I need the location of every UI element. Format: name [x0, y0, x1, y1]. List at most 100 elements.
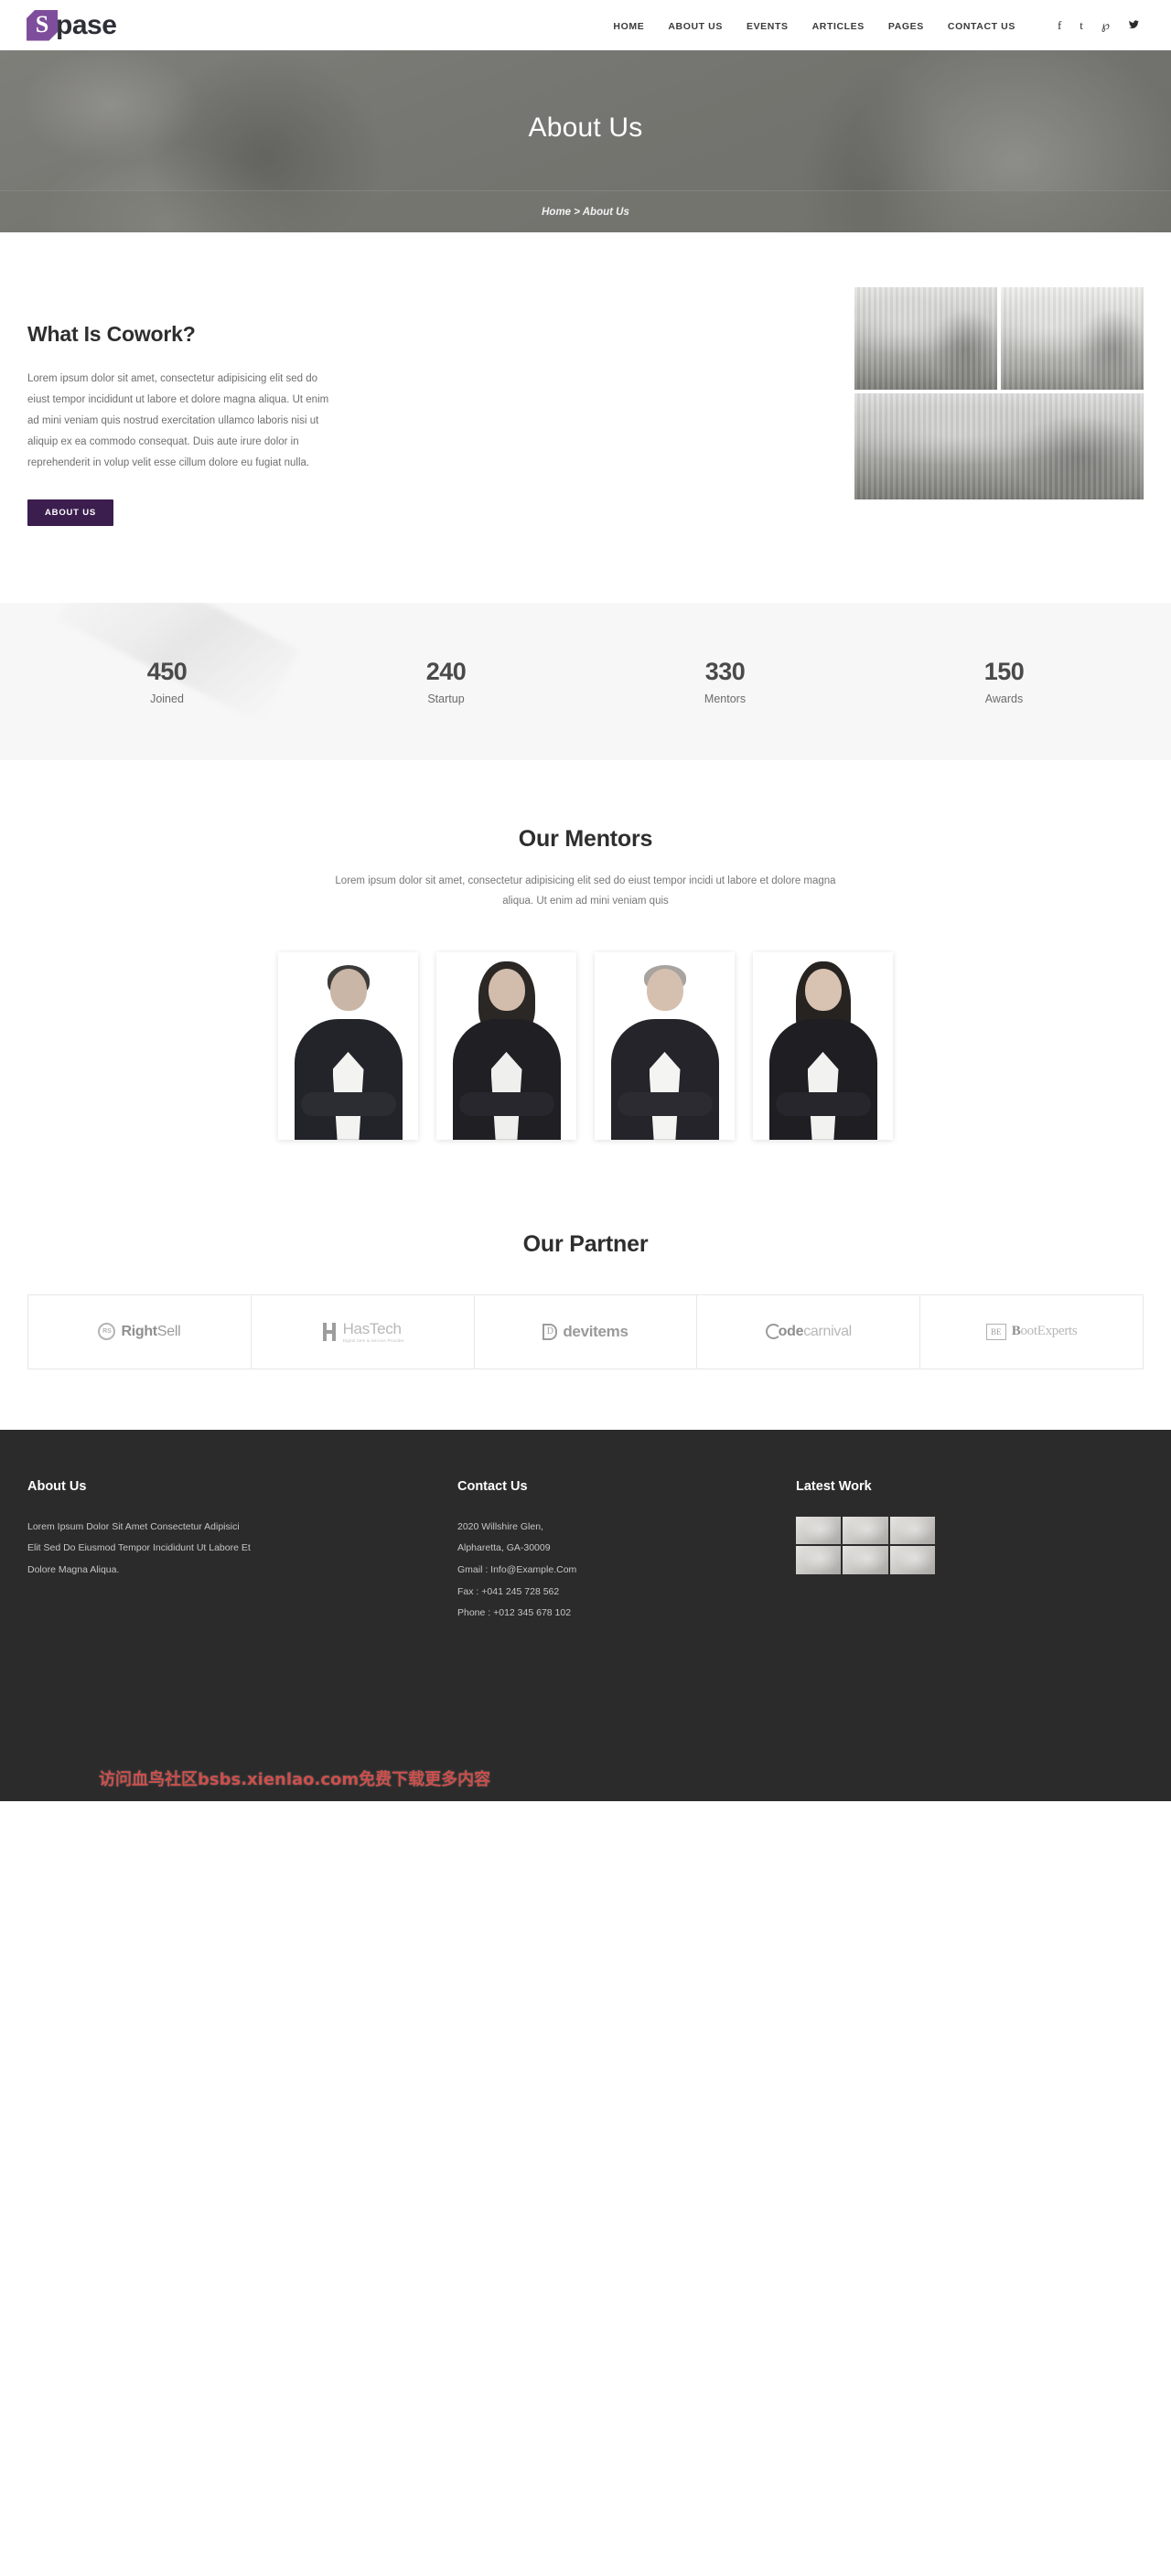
watermark-text: 访问血鸟社区bsbs.xienlao.com免费下载更多内容 — [99, 1769, 491, 1789]
footer-contact-address-1: 2020 Willshire Glen, — [457, 1520, 543, 1532]
partner-rightsell[interactable]: RS RightSell — [28, 1294, 252, 1368]
mentor-photo-2 — [436, 952, 576, 1140]
nav-link-articles[interactable]: ARTICLES — [812, 21, 865, 32]
partner-devitems[interactable]: D devitems — [475, 1294, 698, 1368]
stat-joined: 450 Joined — [27, 658, 306, 705]
main-navigation: HOME ABOUT US EVENTS ARTICLES PAGES CONT… — [613, 17, 1144, 34]
codecarnival-name-light: carnival — [803, 1323, 852, 1339]
partner-bootexperts[interactable]: BE BootExperts — [920, 1295, 1143, 1368]
site-logo[interactable]: S pase — [26, 9, 117, 42]
mentor-card-4[interactable] — [753, 951, 893, 1140]
about-cowork-section: What Is Cowork? Lorem ipsum dolor sit am… — [0, 232, 1171, 603]
tumblr-icon[interactable]: t — [1080, 19, 1083, 31]
cowork-text-column: What Is Cowork? Lorem ipsum dolor sit am… — [27, 287, 329, 526]
logo-wordmark: pase — [56, 9, 117, 40]
footer-contact-email[interactable]: Gmail : Info@Example.Com — [457, 1560, 796, 1582]
stat-startup: 240 Startup — [306, 658, 586, 705]
rightsell-name-light: Sell — [156, 1323, 181, 1339]
work-thumb-3[interactable] — [889, 1516, 935, 1545]
about-us-button[interactable]: ABOUT US — [27, 499, 114, 526]
work-thumb-5[interactable] — [843, 1546, 888, 1574]
rightsell-name-bold: Right — [121, 1323, 157, 1339]
mentor-photo-4 — [753, 952, 893, 1140]
bootexperts-name-light: ootExperts — [1020, 1324, 1078, 1339]
stats-counter-section: 450 Joined 240 Startup 330 Mentors 150 A… — [0, 603, 1171, 760]
footer-contact-title: Contact Us — [457, 1478, 528, 1494]
partner-codecarnival[interactable]: odecarnival — [697, 1294, 921, 1368]
stat-awards-number: 150 — [983, 658, 1025, 685]
work-thumb-1[interactable] — [796, 1516, 842, 1545]
partners-section: Our Partner RS RightSell HasTech Digital… — [0, 1194, 1171, 1430]
breadcrumb[interactable]: Home > About Us — [542, 207, 629, 218]
pinterest-icon[interactable]: ℘ — [1101, 19, 1110, 31]
work-thumb-6[interactable] — [889, 1546, 935, 1574]
mentor-card-1[interactable] — [278, 951, 418, 1140]
logo-letter: S — [35, 10, 49, 38]
bootexperts-name-bold: B — [1011, 1324, 1021, 1339]
breadcrumb-bar: Home > About Us — [0, 190, 1171, 232]
stat-startup-label: Startup — [427, 692, 465, 705]
gallery-image-3[interactable] — [854, 393, 1144, 499]
stat-mentors-label: Mentors — [704, 692, 747, 705]
hero-banner: About Us Home > About Us — [0, 50, 1171, 232]
footer-contact-column: Contact Us 2020 Willshire Glen, Alpharet… — [457, 1479, 796, 1625]
page-root: S pase HOME ABOUT US EVENTS ARTICLES PAG… — [0, 0, 1171, 1801]
gallery-image-2[interactable] — [1001, 287, 1144, 390]
stat-mentors-number: 330 — [704, 658, 746, 685]
footer-about-line-3: Dolore Magna Aliqua. — [27, 1564, 120, 1576]
gallery-image-1[interactable] — [854, 287, 997, 390]
hastech-tagline: Digital Item & Service Provider — [342, 1338, 404, 1344]
footer-contact-fax: Fax : +041 245 728 562 — [457, 1585, 560, 1597]
partners-heading: Our Partner — [522, 1230, 649, 1257]
footer-latest-work-column: Latest Work — [796, 1479, 1098, 1625]
footer-about-line-1: Lorem Ipsum Dolor Sit Amet Consectetur A… — [27, 1520, 240, 1532]
nav-list: HOME ABOUT US EVENTS ARTICLES PAGES CONT… — [613, 17, 1015, 34]
rightsell-mark-icon: RS — [98, 1323, 116, 1341]
nav-link-home[interactable]: HOME — [613, 21, 644, 32]
twitter-icon[interactable] — [1128, 19, 1140, 32]
stats-row: 450 Joined 240 Startup 330 Mentors 150 A… — [27, 658, 1144, 705]
footer-about-line-2: Elit Sed Do Eiusmod Tempor Incididunt Ut… — [27, 1542, 251, 1554]
work-thumb-4[interactable] — [796, 1546, 842, 1574]
stat-awards: 150 Awards — [865, 658, 1144, 705]
mentor-card-3[interactable] — [595, 951, 735, 1140]
facebook-icon[interactable]: f — [1058, 19, 1061, 31]
cowork-gallery — [854, 287, 1144, 526]
mentors-subtitle: Lorem ipsum dolor sit amet, consectetur … — [335, 875, 836, 907]
nav-item-contact-us[interactable]: CONTACT US — [948, 17, 1015, 34]
page-title: About Us — [528, 113, 643, 143]
mentors-grid — [0, 951, 1171, 1140]
nav-link-contact-us[interactable]: CONTACT US — [948, 21, 1015, 32]
nav-link-pages[interactable]: PAGES — [888, 21, 924, 32]
hastech-mark-icon — [321, 1322, 338, 1341]
stat-joined-label: Joined — [150, 692, 184, 705]
nav-item-events[interactable]: EVENTS — [747, 17, 789, 34]
bootexperts-mark-icon: BE — [985, 1323, 1006, 1340]
nav-item-pages[interactable]: PAGES — [888, 17, 924, 34]
partner-hastech[interactable]: HasTech Digital Item & Service Provider — [252, 1294, 475, 1368]
hastech-name-light: Tech — [369, 1320, 402, 1338]
nav-item-about-us[interactable]: ABOUT US — [668, 17, 723, 34]
nav-item-home[interactable]: HOME — [613, 17, 644, 34]
devitems-name: devitems — [563, 1322, 628, 1340]
nav-item-articles[interactable]: ARTICLES — [812, 17, 865, 34]
partners-row: RS RightSell HasTech Digital Item & Serv… — [27, 1293, 1144, 1369]
mentor-card-2[interactable] — [436, 951, 576, 1140]
devitems-mark-icon: D — [543, 1323, 558, 1340]
site-footer: About Us Lorem Ipsum Dolor Sit Amet Cons… — [0, 1429, 1171, 1801]
cowork-heading: What Is Cowork? — [27, 322, 196, 346]
latest-work-grid — [796, 1516, 935, 1574]
mentor-photo-3 — [595, 952, 735, 1140]
mentors-section: Our Mentors Lorem ipsum dolor sit amet, … — [0, 760, 1171, 1195]
footer-about-title: About Us — [27, 1478, 87, 1494]
codecarnival-name-bold: ode — [778, 1323, 804, 1339]
nav-link-about-us[interactable]: ABOUT US — [668, 21, 723, 32]
footer-work-title: Latest Work — [796, 1478, 872, 1494]
footer-contact-phone: Phone : +012 345 678 102 — [457, 1607, 572, 1619]
work-thumb-2[interactable] — [843, 1516, 888, 1545]
stat-joined-number: 450 — [146, 658, 188, 685]
hastech-name-bold: Has — [342, 1320, 371, 1338]
site-header: S pase HOME ABOUT US EVENTS ARTICLES PAG… — [0, 0, 1171, 50]
nav-link-events[interactable]: EVENTS — [747, 21, 789, 32]
footer-columns: About Us Lorem Ipsum Dolor Sit Amet Cons… — [27, 1479, 1144, 1625]
